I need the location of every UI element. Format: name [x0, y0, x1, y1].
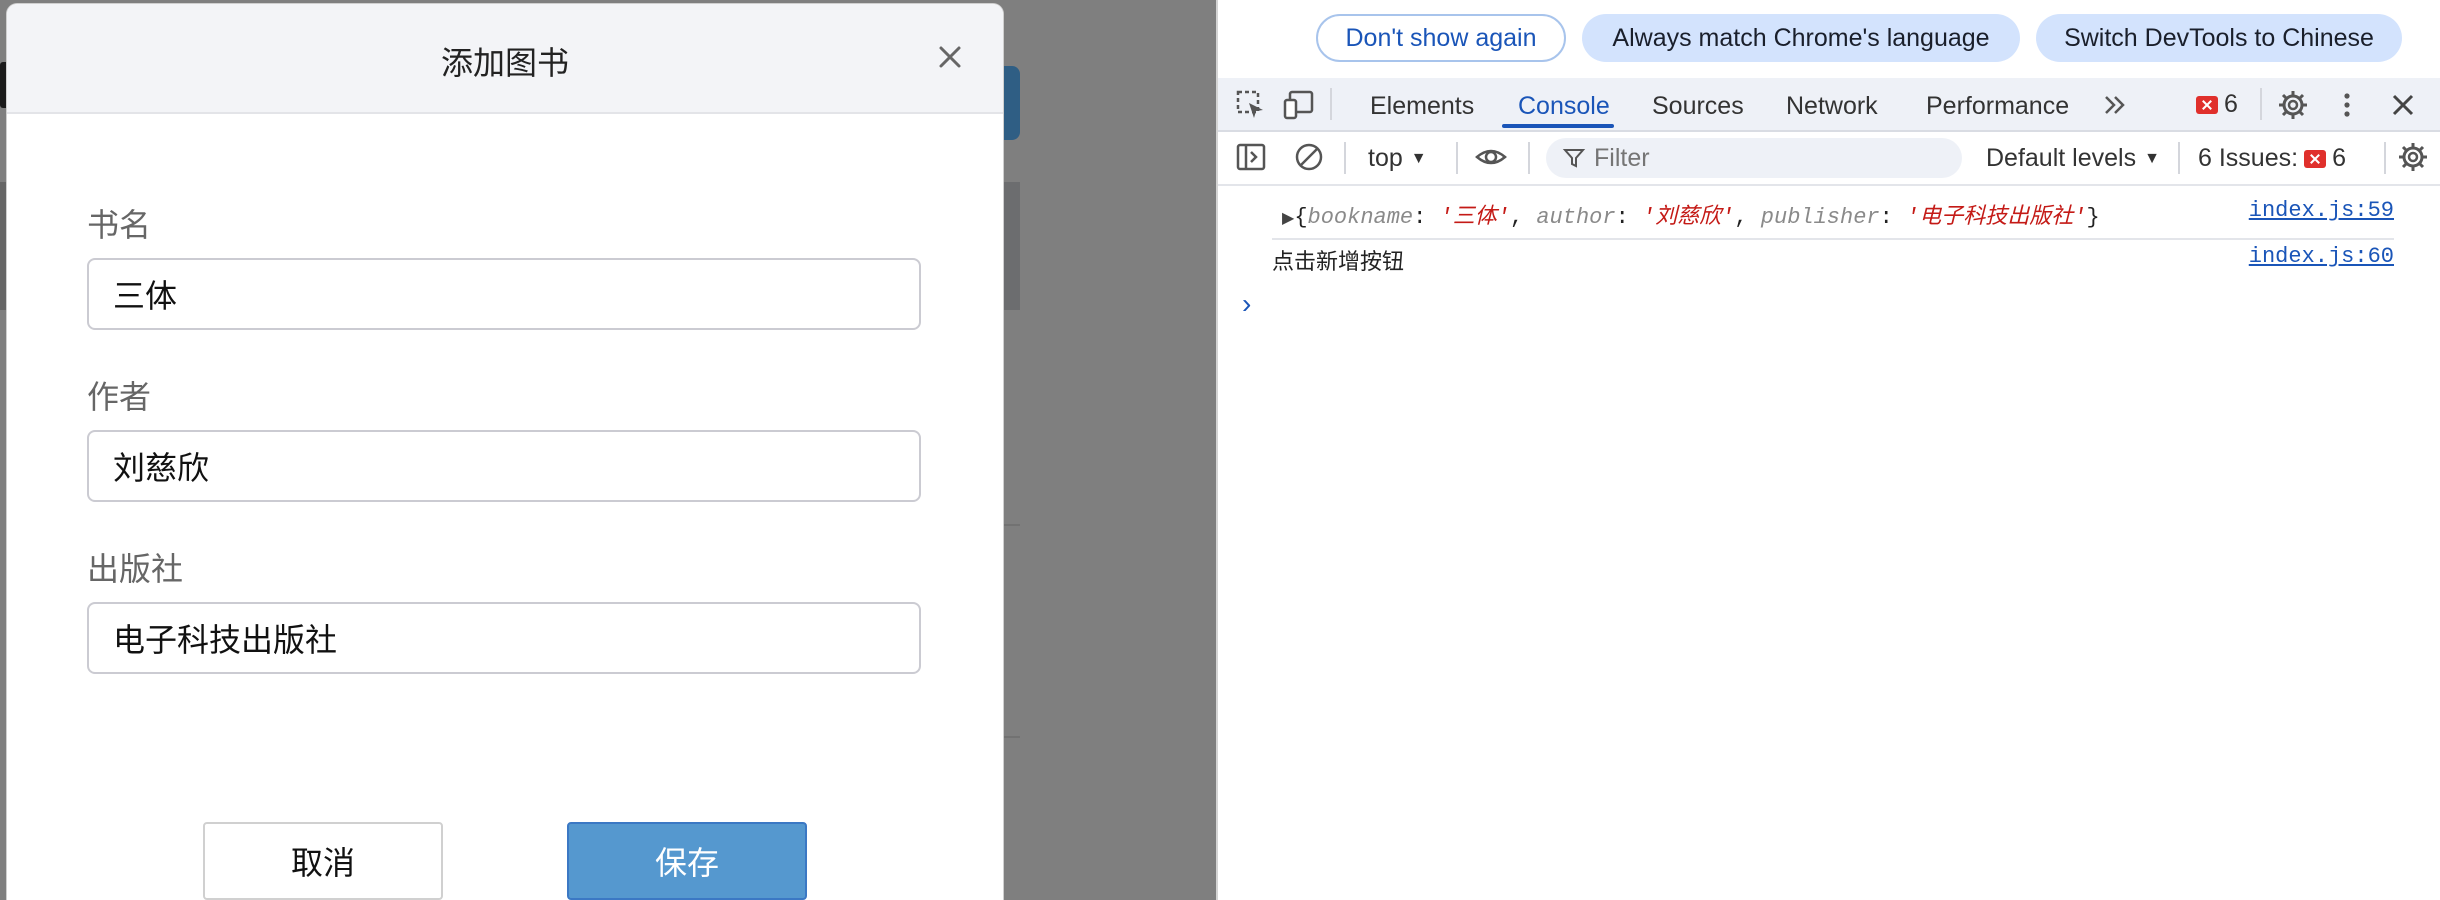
clear-console-icon[interactable]	[1292, 140, 1326, 174]
toolbar-separator	[1330, 88, 1332, 120]
close-devtools-icon[interactable]	[2386, 88, 2420, 122]
console-message: 点击新增按钮	[1272, 250, 1405, 275]
match-language-button[interactable]: Always match Chrome's language	[1582, 14, 2020, 62]
bookname-label: 书名	[87, 207, 152, 243]
dont-show-again-button[interactable]: Don't show again	[1316, 14, 1566, 62]
source-link[interactable]: index.js:59	[2249, 198, 2394, 223]
settings-gear-icon[interactable]	[2276, 88, 2310, 122]
console-toolbar: top ▼ Default levels ▼ 6 Issues: 6	[1218, 132, 2440, 186]
page-overlay: 添加图书 书名 作者 出版社 取消 保存	[0, 0, 1216, 900]
console-prompt-icon[interactable]: ›	[1242, 288, 1251, 320]
issues-counter[interactable]: 6 Issues: 6	[2198, 144, 2346, 173]
error-count: 6	[2224, 90, 2238, 118]
error-badge-icon	[2196, 95, 2218, 114]
toolbar-separator	[1456, 142, 1458, 174]
publisher-input[interactable]	[87, 602, 921, 674]
modal-title: 添加图书	[440, 45, 569, 81]
issues-label: 6 Issues:	[2198, 144, 2299, 172]
issue-badge-icon	[2304, 149, 2327, 168]
error-counter[interactable]: 6	[2196, 90, 2238, 119]
toolbar-separator	[2384, 142, 2386, 174]
object-value: '三体'	[1439, 205, 1510, 230]
tab-sources[interactable]: Sources	[1652, 92, 1744, 121]
inspect-element-icon[interactable]	[1234, 88, 1268, 122]
tab-network[interactable]: Network	[1786, 92, 1878, 121]
console-entry: ▶{bookname: '三体', author: '刘慈欣', publish…	[1272, 198, 2394, 240]
tab-elements[interactable]: Elements	[1370, 92, 1474, 121]
toolbar-separator	[2178, 142, 2180, 174]
author-label: 作者	[87, 379, 152, 415]
filter-input[interactable]	[1592, 142, 1936, 174]
modal-header: 添加图书	[7, 4, 1003, 114]
object-value: '刘慈欣'	[1641, 205, 1735, 230]
console-entry: 点击新增按钮 index.js:60	[1272, 244, 2394, 276]
dropdown-arrow-icon: ▼	[2144, 149, 2160, 167]
console-settings-gear-icon[interactable]	[2396, 140, 2430, 174]
toolbar-separator	[2260, 88, 2262, 120]
devtools-panel: Don't show again Always match Chrome's l…	[1216, 0, 2440, 900]
close-icon[interactable]	[935, 42, 965, 72]
context-value: top	[1368, 144, 1403, 172]
filter-funnel-icon	[1562, 146, 1586, 170]
toolbar-separator	[1528, 142, 1530, 174]
active-tab-indicator	[1502, 124, 1614, 128]
switch-language-button[interactable]: Switch DevTools to Chinese	[2036, 14, 2402, 62]
dropdown-arrow-icon: ▼	[1410, 149, 1427, 167]
more-tabs-icon[interactable]	[2098, 88, 2132, 122]
issues-count: 6	[2332, 144, 2346, 172]
expand-arrow-icon[interactable]: ▶	[1282, 210, 1294, 228]
tab-performance[interactable]: Performance	[1926, 92, 2069, 121]
tab-console[interactable]: Console	[1518, 92, 1610, 121]
live-expression-eye-icon[interactable]	[1474, 140, 1508, 174]
context-selector[interactable]: top ▼	[1368, 144, 1427, 173]
object-key: bookname	[1307, 205, 1414, 230]
devtools-tabbar: Elements Console Sources Network Perform…	[1218, 78, 2440, 132]
author-input[interactable]	[87, 430, 921, 502]
object-key: publisher	[1760, 205, 1880, 230]
device-toolbar-icon[interactable]	[1282, 88, 1316, 122]
save-button[interactable]: 保存	[567, 822, 807, 900]
sidebar-toggle-icon[interactable]	[1234, 140, 1268, 174]
log-levels-selector[interactable]: Default levels ▼	[1986, 144, 2160, 173]
cancel-button[interactable]: 取消	[203, 822, 443, 900]
object-value: '电子科技出版社'	[1906, 205, 2087, 230]
language-infobar: Don't show again Always match Chrome's l…	[1218, 0, 2440, 78]
add-book-modal: 添加图书 书名 作者 出版社 取消 保存	[7, 4, 1003, 900]
toolbar-separator	[1344, 142, 1346, 174]
log-levels-value: Default levels	[1986, 144, 2137, 172]
publisher-label: 出版社	[87, 551, 184, 587]
more-options-icon[interactable]	[2330, 88, 2364, 122]
object-key: author	[1536, 205, 1616, 230]
source-link[interactable]: index.js:60	[2249, 244, 2394, 269]
filter-box	[1546, 138, 1962, 178]
bookname-input[interactable]	[87, 258, 921, 330]
